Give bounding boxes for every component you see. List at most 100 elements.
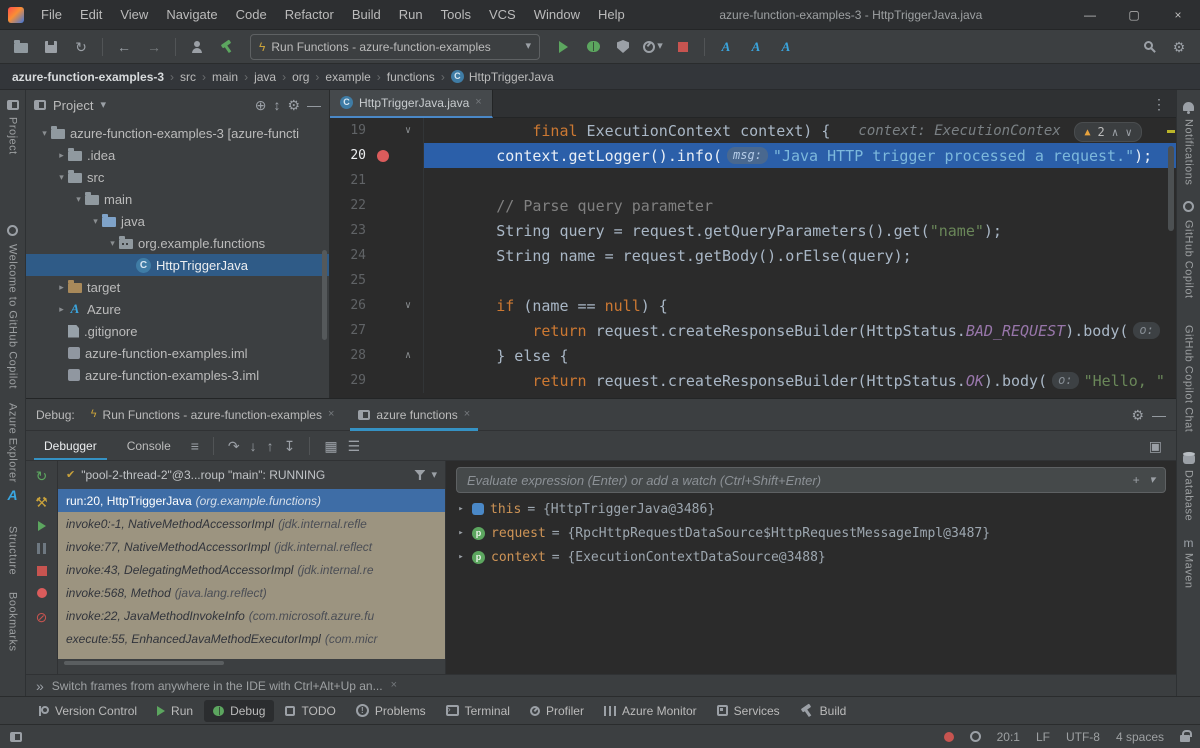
tool-strip-welcome-copilot[interactable]: Welcome to GitHub Copilot xyxy=(7,244,19,389)
tool-strip-bookmarks[interactable]: Bookmarks xyxy=(7,592,19,652)
tab-debugger[interactable]: Debugger xyxy=(34,432,107,460)
stack-frame[interactable]: invoke0:-1, NativeMethodAccessorImpl(jdk… xyxy=(58,512,445,535)
gutter[interactable]: 28∧ xyxy=(330,343,424,368)
tree-caret-icon[interactable]: ▾ xyxy=(55,172,68,183)
rerun-icon[interactable]: ↻ xyxy=(36,469,48,483)
tree-item[interactable]: ▸target xyxy=(26,276,329,298)
tree-caret-icon[interactable]: ▾ xyxy=(38,128,51,139)
debug-button[interactable] xyxy=(580,34,606,60)
menu-file[interactable]: File xyxy=(32,0,71,30)
tab-console[interactable]: Console xyxy=(117,432,181,460)
line-separator[interactable]: LF xyxy=(1036,730,1050,744)
tool-strip-github-copilot[interactable]: GitHub Copilot xyxy=(1183,220,1195,299)
menu-vcs[interactable]: VCS xyxy=(480,0,525,30)
gutter[interactable]: 23 xyxy=(330,218,424,243)
hide-panel-icon[interactable]: — xyxy=(1152,408,1166,422)
code-line[interactable]: 20context.getLogger().info(msg:"Java HTT… xyxy=(330,143,1176,168)
menu-view[interactable]: View xyxy=(111,0,157,30)
add-watch-icon[interactable]: + xyxy=(1132,474,1139,486)
code-line[interactable]: 27return request.createResponseBuilder(H… xyxy=(330,318,1176,343)
view-as-table-icon[interactable]: ▦ xyxy=(324,439,337,453)
code-area[interactable]: ▲ 2 ∧ ∨ 19∨final ExecutionContext contex… xyxy=(330,118,1176,398)
breadcrumb-item[interactable]: azure-function-examples-3 xyxy=(12,70,164,84)
modify-run-config-icon[interactable]: ⚒ xyxy=(35,495,48,509)
scrollbar-thumb[interactable] xyxy=(1168,146,1174,231)
breadcrumb-item[interactable]: src xyxy=(180,70,196,84)
chevron-down-icon[interactable]: ▾ xyxy=(1149,475,1155,486)
gear-icon[interactable]: ⚙ xyxy=(1131,408,1144,422)
toolwindow-version-control[interactable]: Version Control xyxy=(28,700,146,722)
threads-view-icon[interactable]: ☰ xyxy=(348,439,361,453)
fold-icon[interactable]: ∨ xyxy=(400,300,416,311)
run-button[interactable] xyxy=(550,34,576,60)
inspections-widget[interactable]: ▲ 2 ∧ ∨ xyxy=(1074,122,1142,142)
expand-caret-icon[interactable]: ▸ xyxy=(456,552,466,562)
gutter[interactable]: 26∨ xyxy=(330,293,424,318)
gutter[interactable]: 24 xyxy=(330,243,424,268)
scrollbar-thumb[interactable] xyxy=(64,661,224,665)
menu-tools[interactable]: Tools xyxy=(432,0,480,30)
expand-collapse-icon[interactable]: ↕ xyxy=(273,98,280,112)
code-line[interactable]: 26∨if (name == null) { xyxy=(330,293,1176,318)
toolwindow-problems[interactable]: !Problems xyxy=(347,700,435,722)
step-over-icon[interactable]: ↷ xyxy=(228,439,240,453)
toolwindow-profiler[interactable]: Profiler xyxy=(521,700,593,722)
stop-button[interactable] xyxy=(670,34,696,60)
code-line[interactable]: 23String query = request.getQueryParamet… xyxy=(330,218,1176,243)
stack-frame[interactable]: invoke:22, JavaMethodInvokeInfo(com.micr… xyxy=(58,604,445,627)
toolwindow-debug[interactable]: Debug xyxy=(204,700,274,722)
commit-button[interactable] xyxy=(184,34,210,60)
tree-item[interactable]: ▾src xyxy=(26,166,329,188)
toolwindow-run[interactable]: Run xyxy=(148,700,202,722)
project-tool-icon[interactable] xyxy=(7,100,19,110)
maven-icon[interactable]: m xyxy=(1184,537,1194,549)
project-scrollbar[interactable] xyxy=(322,250,327,340)
gutter[interactable]: 29 xyxy=(330,368,424,393)
azure-functions-button[interactable]: A xyxy=(743,34,769,60)
build-button[interactable] xyxy=(214,34,240,60)
caret-position[interactable]: 20:1 xyxy=(997,730,1020,744)
gutter[interactable]: 22 xyxy=(330,193,424,218)
file-encoding[interactable]: UTF-8 xyxy=(1066,730,1100,744)
resume-icon[interactable] xyxy=(38,521,46,531)
tree-item[interactable]: ▸.idea xyxy=(26,144,329,166)
filter-icon[interactable] xyxy=(414,470,425,480)
menu-build[interactable]: Build xyxy=(343,0,390,30)
stack-frame[interactable] xyxy=(58,650,445,659)
tool-strip-database[interactable]: Database xyxy=(1183,470,1195,521)
menu-help[interactable]: Help xyxy=(589,0,634,30)
close-tab-icon[interactable]: × xyxy=(328,409,334,420)
prev-issue-icon[interactable]: ∧ xyxy=(1112,127,1119,138)
gear-icon[interactable]: ⚙ xyxy=(287,98,300,112)
hide-panel-icon[interactable]: — xyxy=(307,98,321,112)
tree-item[interactable]: ▸AAzure xyxy=(26,298,329,320)
debug-tab-azure-functions[interactable]: azure functions × xyxy=(350,399,478,431)
mute-breakpoints-icon[interactable]: ⊘ xyxy=(36,610,48,624)
maximize-button[interactable]: ▢ xyxy=(1112,0,1156,30)
pause-icon[interactable] xyxy=(37,543,46,554)
stack-frame[interactable]: execute:55, EnhancedJavaMethodExecutorIm… xyxy=(58,627,445,650)
breakpoint-icon[interactable] xyxy=(377,150,389,162)
tool-strip-maven[interactable]: Maven xyxy=(1183,553,1195,589)
code-line[interactable]: 29return request.createResponseBuilder(H… xyxy=(330,368,1176,393)
tool-strip-copilot-chat[interactable]: GitHub Copilot Chat xyxy=(1183,325,1195,432)
run-config-selector[interactable]: ϟ Run Functions - azure-function-example… xyxy=(250,34,540,60)
debug-tab-run-functions[interactable]: ϟ Run Functions - azure-function-example… xyxy=(83,399,343,431)
forward-button[interactable]: → xyxy=(141,34,167,60)
breadcrumb-item[interactable]: org xyxy=(292,70,309,84)
chevron-down-icon[interactable]: ▾ xyxy=(100,100,106,111)
tree-caret-icon[interactable]: ▾ xyxy=(89,216,102,227)
code-line[interactable]: 24String name = request.getBody().orElse… xyxy=(330,243,1176,268)
stop-icon[interactable] xyxy=(37,566,47,576)
profiler-button[interactable]: ▾ xyxy=(640,34,666,60)
tree-item[interactable]: ▾org.example.functions xyxy=(26,232,329,254)
minimize-button[interactable]: — xyxy=(1068,0,1112,30)
breadcrumb-item[interactable]: example xyxy=(325,70,370,84)
close-button[interactable]: × xyxy=(1156,0,1200,30)
code-line[interactable]: 22// Parse query parameter xyxy=(330,193,1176,218)
stack-frame[interactable]: invoke:77, NativeMethodAccessorImpl(jdk.… xyxy=(58,535,445,558)
evaluate-expression-input[interactable]: Evaluate expression (Enter) or add a wat… xyxy=(456,467,1166,493)
editor-scrollbar[interactable] xyxy=(1166,118,1176,398)
azure-explorer-strip-icon[interactable]: A xyxy=(7,488,17,502)
toolwindow-toggle-icon[interactable] xyxy=(10,732,22,742)
